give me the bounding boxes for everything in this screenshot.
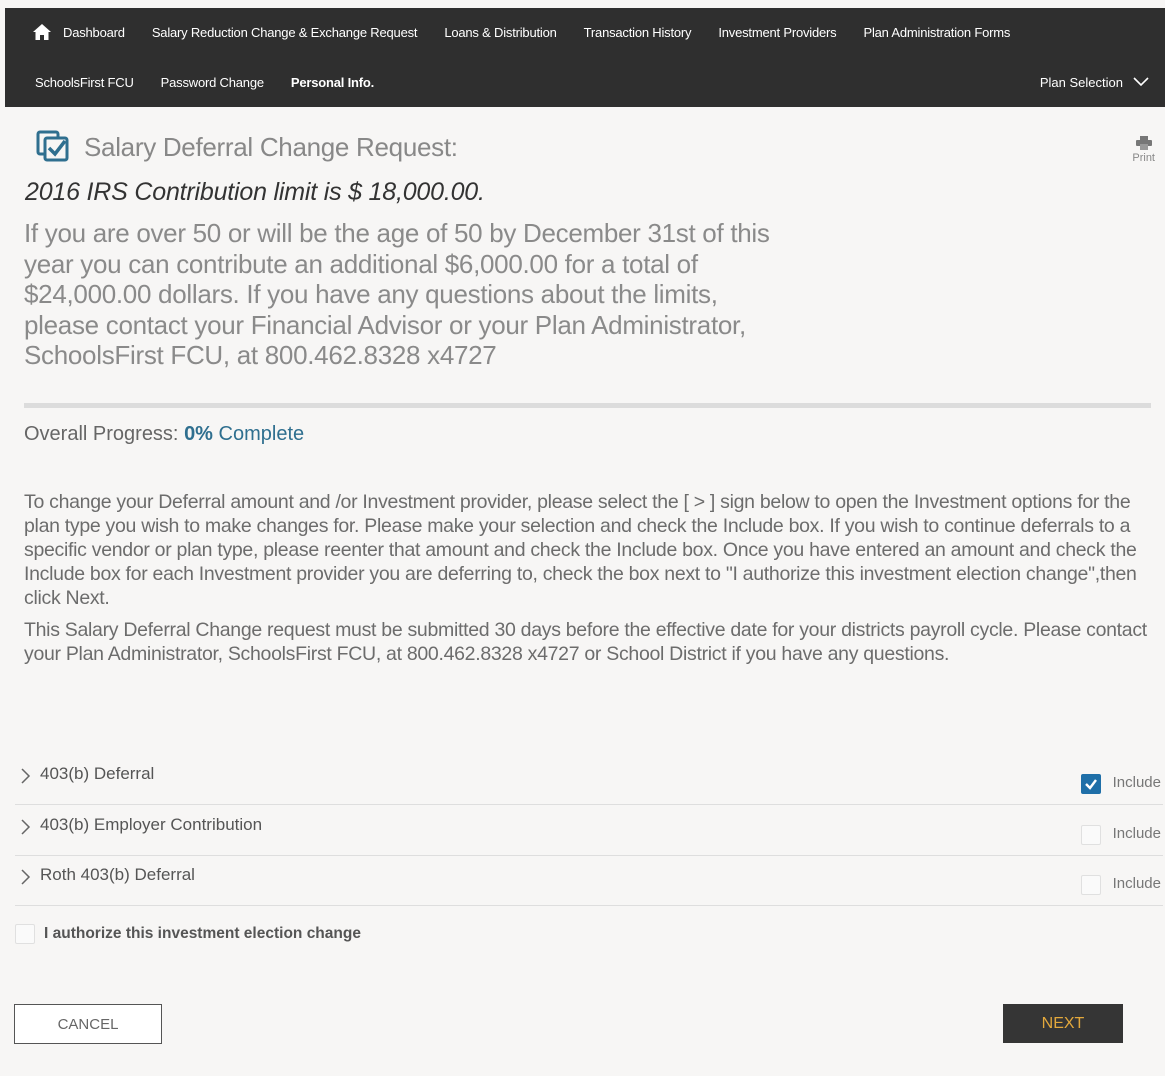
home-icon [33,24,51,40]
print-label: Print [1132,152,1155,164]
printer-icon [1135,136,1152,150]
instructions-paragraph-1: To change your Deferral amount and /or I… [24,491,1137,609]
nav-dashboard-label: Dashboard [63,24,125,40]
chevron-right-icon[interactable] [20,867,32,887]
top-navbar: Dashboard Salary Reduction Change & Exch… [5,8,1165,107]
next-button[interactable]: NEXT [1003,1004,1123,1043]
nav-schoolsfirst[interactable]: SchoolsFirst FCU [35,75,134,90]
nav-dashboard[interactable]: Dashboard [33,24,125,40]
plan-row-403b-deferral: 403(b) Deferral Include [15,754,1163,805]
authorize-label[interactable]: I authorize this investment election cha… [44,925,361,943]
include-label: Include [1112,825,1161,842]
nav-transaction-history[interactable]: Transaction History [584,25,692,40]
checklist-icon [36,130,69,162]
instructions-paragraph-2: This Salary Deferral Change request must… [24,619,1147,665]
chevron-right-icon[interactable] [20,766,32,786]
plan-label[interactable]: 403(b) Employer Contribution [40,815,262,835]
include-checkbox[interactable] [1081,825,1101,845]
progress-percent: 0% [184,423,213,445]
nav-investment-providers[interactable]: Investment Providers [718,25,836,40]
include-checkbox[interactable] [1081,774,1101,794]
chevron-down-icon [1133,77,1149,87]
include-checkbox[interactable] [1081,875,1101,895]
nav-password-change[interactable]: Password Change [161,75,264,90]
nav-salary-reduction[interactable]: Salary Reduction Change & Exchange Reque… [152,25,418,40]
plan-selection-label: Plan Selection [1039,74,1123,90]
include-label: Include [1112,774,1161,791]
section-divider [24,403,1151,408]
print-button[interactable]: Print [1132,136,1155,164]
progress-complete-text: Complete [218,423,305,445]
nav-loans-distribution[interactable]: Loans & Distribution [444,25,557,40]
overall-progress: Overall Progress: 0% Complete [24,423,304,446]
cancel-button[interactable]: CANCEL [14,1004,162,1044]
checkmark-icon [1085,779,1097,790]
page-title: Salary Deferral Change Request: [84,131,458,162]
plan-label[interactable]: 403(b) Deferral [40,764,154,784]
progress-label: Overall Progress: [24,423,179,445]
contribution-limit-heading: 2016 IRS Contribution limit is $ 18,000.… [25,178,485,206]
chevron-right-icon[interactable] [20,817,32,837]
plan-row-403b-employer: 403(b) Employer Contribution Include [15,805,1163,856]
nav-plan-admin-forms[interactable]: Plan Administration Forms [863,25,1010,40]
plan-selection-dropdown[interactable]: Plan Selection [1040,58,1149,106]
nav-personal-info[interactable]: Personal Info. [291,75,374,90]
page-title-row: Salary Deferral Change Request: [36,130,458,164]
contribution-limit-description: If you are over 50 or will be the age of… [24,218,770,370]
authorize-checkbox[interactable] [15,924,35,944]
plan-label[interactable]: Roth 403(b) Deferral [40,865,195,885]
include-label: Include [1112,875,1161,892]
nav-row-secondary: SchoolsFirst FCU Password Change Persona… [5,58,374,106]
authorize-row: I authorize this investment election cha… [15,924,361,944]
nav-row-primary: Dashboard Salary Reduction Change & Exch… [5,8,1010,56]
plan-row-roth-403b: Roth 403(b) Deferral Include [15,855,1163,906]
